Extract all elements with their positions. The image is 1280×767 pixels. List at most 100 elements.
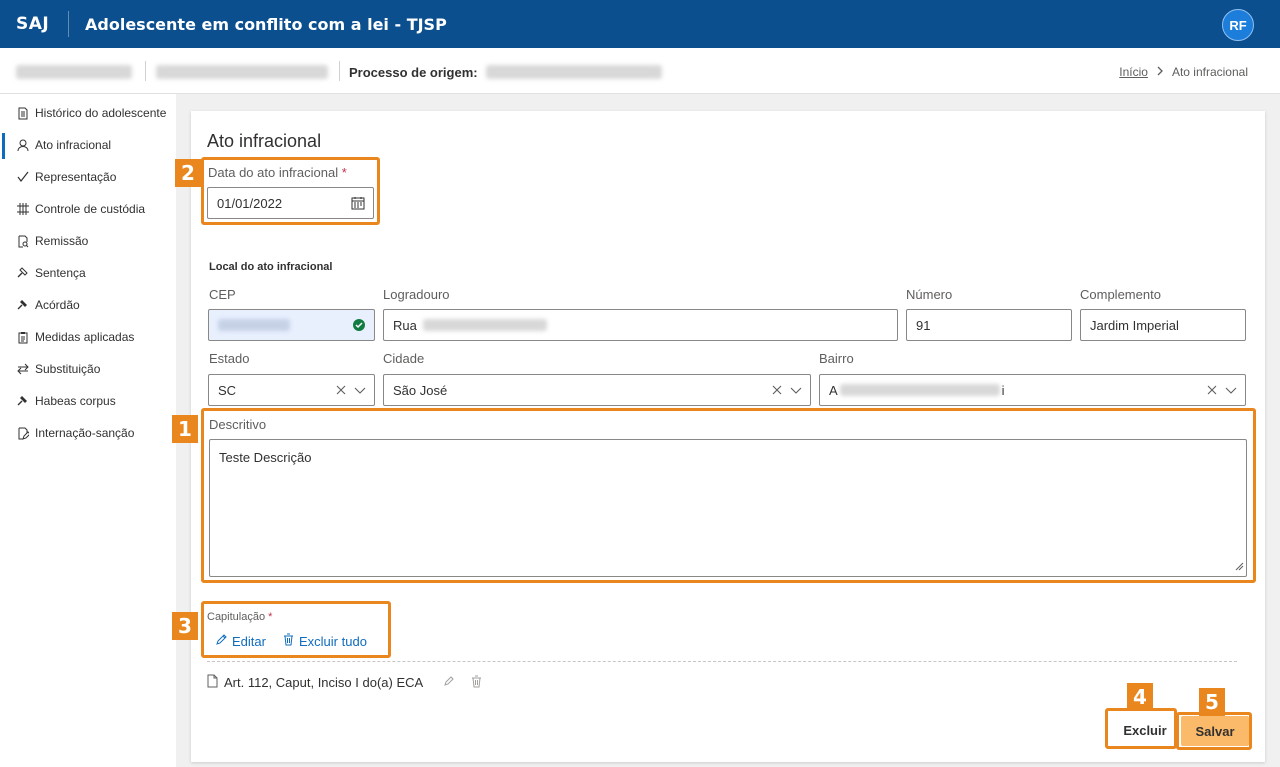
cidade-value: São José bbox=[393, 382, 448, 398]
bairro-label: Bairro bbox=[819, 351, 854, 366]
cidade-label: Cidade bbox=[383, 351, 425, 366]
redacted-origin-process bbox=[486, 65, 662, 79]
clear-icon[interactable] bbox=[772, 383, 782, 398]
highlight-descritivo bbox=[201, 408, 1256, 583]
clear-icon[interactable] bbox=[1207, 383, 1217, 398]
pencil-icon[interactable] bbox=[443, 675, 455, 690]
numero-value: 91 bbox=[916, 317, 931, 333]
sidebar-item-label: Internação-sanção bbox=[35, 426, 135, 440]
sidebar-item-ato-infracional[interactable]: Ato infracional bbox=[0, 131, 176, 159]
check-circle-icon bbox=[352, 318, 366, 335]
sidebar-item-substituicao[interactable]: Substituição bbox=[0, 355, 176, 383]
capitulacao-divider bbox=[207, 661, 1237, 662]
sidebar-item-label: Substituição bbox=[35, 362, 101, 376]
user-avatar[interactable]: RF bbox=[1222, 9, 1254, 41]
sidebar-item-label: Remissão bbox=[35, 234, 89, 248]
estado-value: SC bbox=[218, 382, 237, 398]
cidade-select-controls bbox=[772, 383, 802, 398]
sidebar-item-label: Sentença bbox=[35, 266, 86, 280]
sidebar-item-label: Controle de custódia bbox=[35, 202, 146, 216]
app-header: SAJ Adolescente em conflito com a lei - … bbox=[0, 0, 1280, 48]
cep-valid-indicator bbox=[352, 318, 366, 335]
breadcrumb: Início Ato infracional bbox=[1119, 65, 1248, 79]
sidebar-item-label: Habeas corpus bbox=[35, 394, 116, 408]
complemento-label: Complemento bbox=[1080, 287, 1161, 302]
chevron-down-icon[interactable] bbox=[354, 383, 366, 398]
numero-input[interactable]: 91 bbox=[906, 309, 1072, 341]
breadcrumb-home-link[interactable]: Início bbox=[1119, 65, 1148, 79]
cep-input[interactable] bbox=[208, 309, 375, 341]
highlight-delete bbox=[1105, 708, 1177, 749]
sidebar-item-label: Representação bbox=[35, 170, 117, 184]
logradouro-value: Rua bbox=[393, 317, 417, 333]
swap-icon bbox=[16, 362, 30, 376]
form-title: Ato infracional bbox=[207, 131, 322, 151]
document-search-icon bbox=[16, 234, 30, 248]
estado-select[interactable]: SC bbox=[208, 374, 375, 406]
redacted-street bbox=[422, 319, 547, 331]
step-badge-3: 3 bbox=[172, 612, 198, 640]
app-title: Adolescente em conflito com a lei - TJSP bbox=[85, 14, 447, 34]
sidebar-item-representacao[interactable]: Representação bbox=[0, 163, 176, 191]
header-separator bbox=[145, 61, 146, 81]
complemento-input[interactable]: Jardim Imperial bbox=[1080, 309, 1246, 341]
step-badge-4: 4 bbox=[1127, 683, 1153, 711]
gavel-icon bbox=[16, 394, 30, 408]
header-divider bbox=[68, 11, 69, 37]
document-icon bbox=[207, 674, 218, 691]
redacted-cep bbox=[218, 319, 290, 331]
sidebar-item-label: Histórico do adolescente bbox=[35, 106, 167, 120]
bairro-value-start: A bbox=[829, 382, 838, 398]
bairro-value-end: i bbox=[1001, 382, 1005, 398]
document-edit-icon bbox=[16, 426, 30, 440]
cep-label: CEP bbox=[209, 287, 236, 302]
trash-icon[interactable] bbox=[471, 675, 482, 691]
clipboard-icon bbox=[16, 330, 30, 344]
sidebar-nav: Histórico do adolescente Ato infracional… bbox=[0, 94, 176, 767]
sidebar-item-internacao-sancao[interactable]: Internação-sanção bbox=[0, 419, 176, 447]
gavel-icon bbox=[16, 298, 30, 312]
cidade-select[interactable]: São José bbox=[383, 374, 811, 406]
chevron-right-icon bbox=[1156, 65, 1164, 79]
redacted-name bbox=[16, 65, 132, 79]
capitulacao-item-text: Art. 112, Caput, Inciso I do(a) ECA bbox=[224, 675, 424, 690]
sidebar-item-historico[interactable]: Histórico do adolescente bbox=[0, 99, 176, 127]
complemento-value: Jardim Imperial bbox=[1090, 317, 1179, 333]
gavel-icon bbox=[16, 266, 30, 280]
chevron-down-icon[interactable] bbox=[1225, 383, 1237, 398]
process-header: Processo de origem: Início Ato infracion… bbox=[0, 48, 1280, 94]
sidebar-item-label: Ato infracional bbox=[35, 138, 112, 152]
sidebar-item-label: Medidas aplicadas bbox=[35, 330, 135, 344]
sidebar-item-acordao[interactable]: Acórdão bbox=[0, 291, 176, 319]
sidebar-item-habeas-corpus[interactable]: Habeas corpus bbox=[0, 387, 176, 415]
chevron-down-icon[interactable] bbox=[790, 383, 802, 398]
sidebar-item-medidas-aplicadas[interactable]: Medidas aplicadas bbox=[0, 323, 176, 351]
sidebar-item-remissao[interactable]: Remissão bbox=[0, 227, 176, 255]
capitulacao-list-item: Art. 112, Caput, Inciso I do(a) ECA bbox=[207, 674, 482, 691]
document-icon bbox=[16, 106, 30, 120]
person-icon bbox=[16, 138, 30, 152]
estado-select-controls bbox=[336, 383, 366, 398]
logradouro-label: Logradouro bbox=[383, 287, 450, 302]
numero-label: Número bbox=[906, 287, 953, 302]
redacted-process-number bbox=[156, 65, 328, 79]
bairro-select[interactable]: A i bbox=[819, 374, 1246, 406]
estado-label: Estado bbox=[209, 351, 250, 366]
step-badge-1: 1 bbox=[172, 415, 198, 443]
sidebar-item-label: Acórdão bbox=[35, 298, 80, 312]
step-badge-5: 5 bbox=[1199, 688, 1225, 716]
bairro-select-controls bbox=[1207, 383, 1237, 398]
breadcrumb-current: Ato infracional bbox=[1171, 65, 1248, 79]
highlight-capitulacao bbox=[201, 601, 391, 658]
grid-icon bbox=[16, 202, 30, 216]
app-brand: SAJ bbox=[16, 14, 50, 34]
sidebar-item-controle-custodia[interactable]: Controle de custódia bbox=[0, 195, 176, 223]
clear-icon[interactable] bbox=[336, 383, 346, 398]
check-icon bbox=[16, 170, 30, 184]
logradouro-input[interactable]: Rua bbox=[383, 309, 898, 341]
redacted-bairro bbox=[839, 384, 1000, 396]
step-badge-2: 2 bbox=[175, 159, 201, 187]
sidebar-item-sentenca[interactable]: Sentença bbox=[0, 259, 176, 287]
location-section-title: Local do ato infracional bbox=[209, 261, 333, 273]
process-origin-label: Processo de origem: bbox=[349, 65, 478, 80]
